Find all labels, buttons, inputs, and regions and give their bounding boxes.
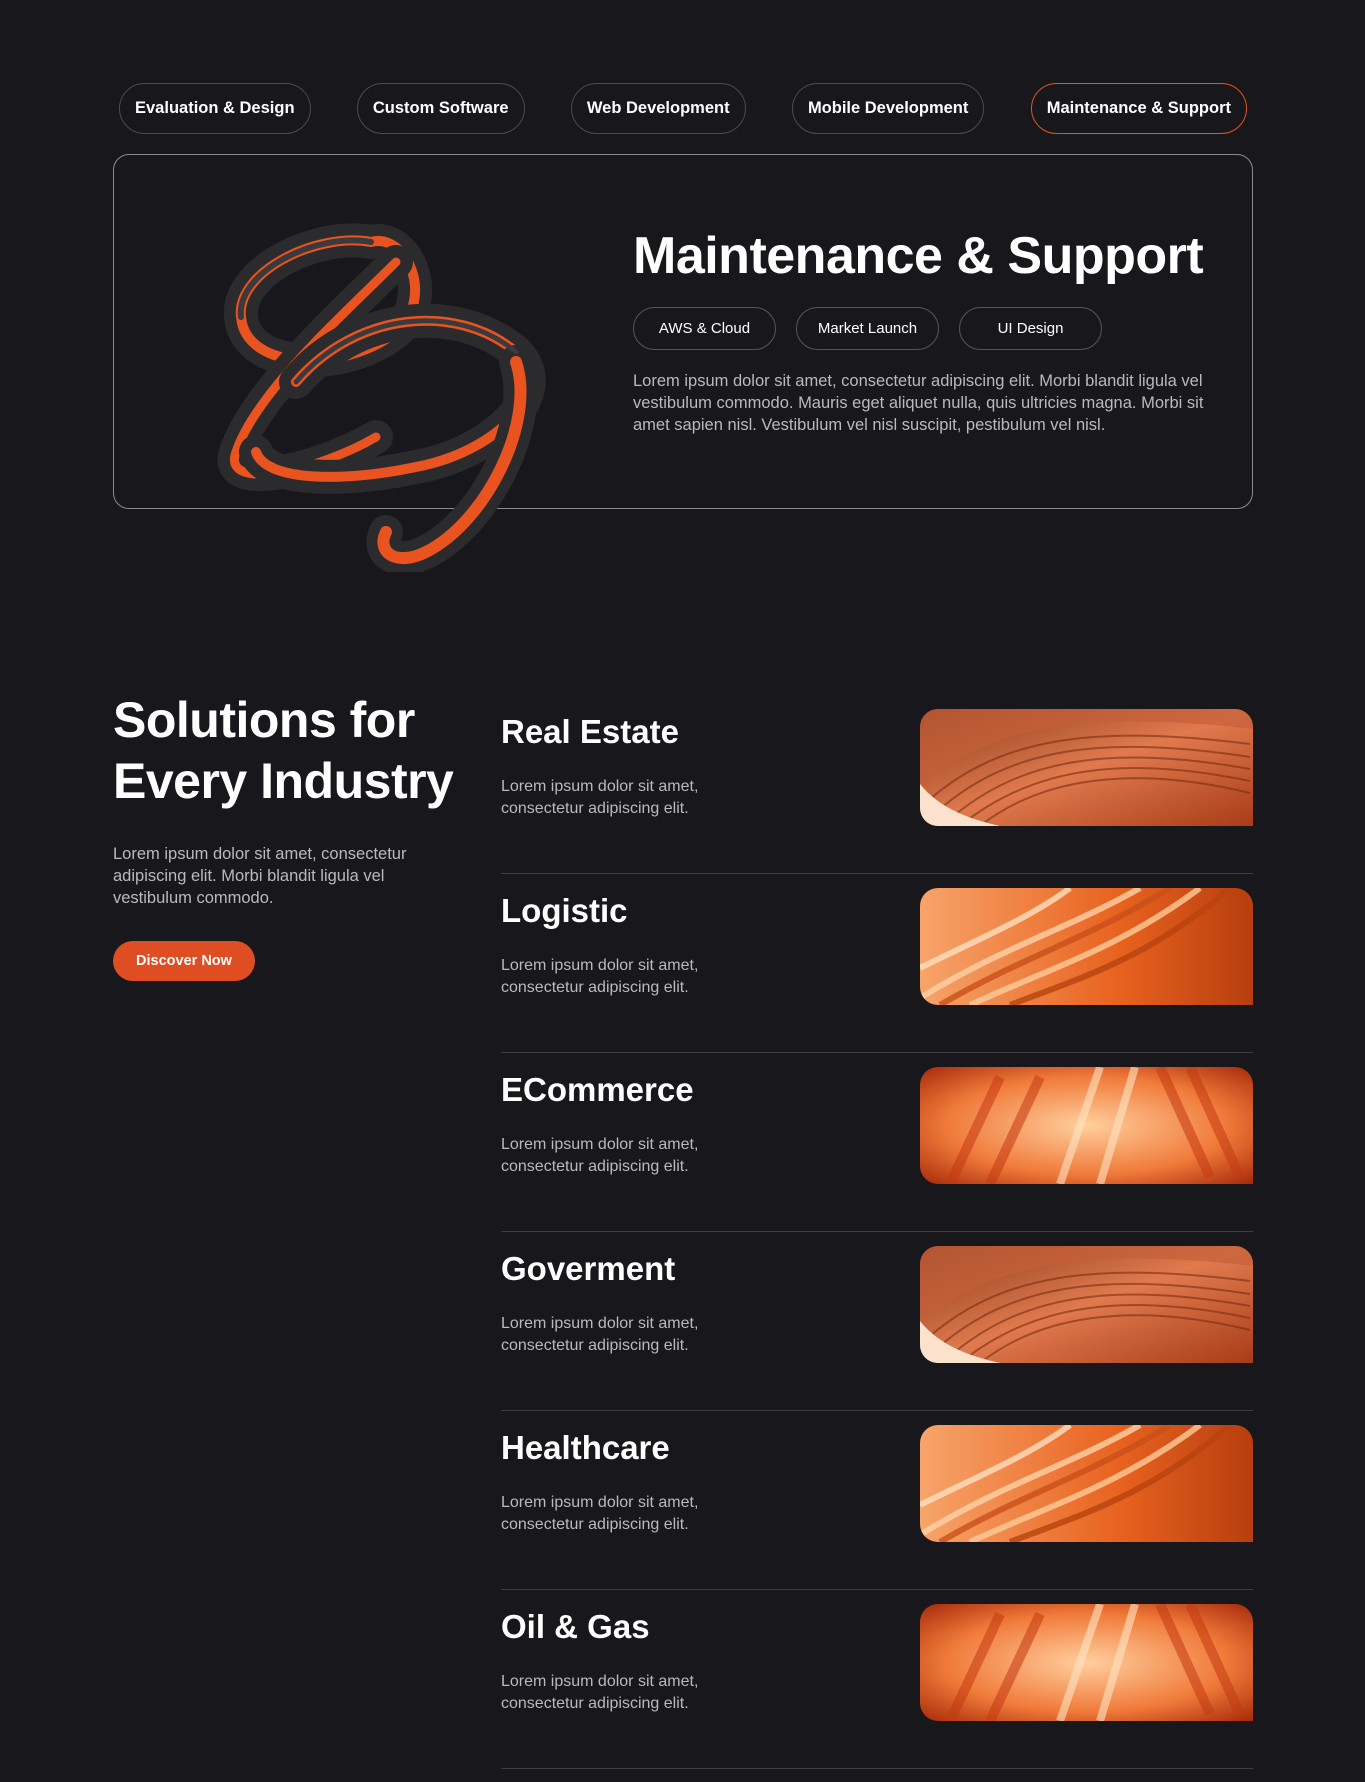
industry-item-healthcare[interactable]: Healthcare Lorem ipsum dolor sit amet, c… (501, 1411, 1253, 1590)
industry-item-real-estate[interactable]: Real Estate Lorem ipsum dolor sit amet, … (501, 695, 1253, 874)
tag-aws-cloud[interactable]: AWS & Cloud (633, 307, 776, 350)
industry-name: Oil & Gas (501, 1608, 650, 1645)
industry-description: Lorem ipsum dolor sit amet, consectetur … (501, 1315, 699, 1354)
industry-description: Lorem ipsum dolor sit amet, consectetur … (501, 1673, 699, 1712)
industry-name: ECommerce (501, 1071, 694, 1108)
industry-name: Healthcare (501, 1429, 670, 1466)
industry-list: Real Estate Lorem ipsum dolor sit amet, … (501, 695, 1253, 1769)
industry-description: Lorem ipsum dolor sit amet, consectetur … (501, 778, 699, 817)
industry-description: Lorem ipsum dolor sit amet, consectetur … (501, 1494, 699, 1533)
ribbon-3d-illustration (217, 223, 546, 572)
industry-image (920, 1246, 1253, 1363)
service-tabs: Evaluation & Design Custom Software Web … (119, 83, 1247, 134)
feature-description: Lorem ipsum dolor sit amet, consectetur … (633, 372, 1204, 434)
industry-description: Lorem ipsum dolor sit amet, consectetur … (501, 1136, 699, 1175)
industry-image (920, 888, 1253, 1005)
tab-maintenance-support[interactable]: Maintenance & Support (1030, 83, 1247, 134)
industry-name: Goverment (501, 1250, 676, 1287)
feature-tags: AWS & Cloud Market Launch UI Design (633, 307, 1102, 350)
industry-item-oil-gas[interactable]: Oil & Gas Lorem ipsum dolor sit amet, co… (501, 1590, 1253, 1769)
industry-item-goverment[interactable]: Goverment Lorem ipsum dolor sit amet, co… (501, 1232, 1253, 1411)
industry-item-logistic[interactable]: Logistic Lorem ipsum dolor sit amet, con… (501, 874, 1253, 1053)
industry-image (920, 709, 1253, 826)
feature-title: Maintenance & Support (633, 227, 1204, 285)
tag-ui-design[interactable]: UI Design (959, 307, 1102, 350)
industry-image (920, 1604, 1253, 1721)
industry-description: Lorem ipsum dolor sit amet, consectetur … (501, 957, 699, 996)
solutions-heading: Solutions for Every Industry (113, 692, 454, 809)
industry-image (920, 1067, 1253, 1184)
discover-now-button[interactable]: Discover Now (113, 941, 255, 981)
industry-item-ecommerce[interactable]: ECommerce Lorem ipsum dolor sit amet, co… (501, 1053, 1253, 1232)
solutions-description: Lorem ipsum dolor sit amet, consectetur … (113, 845, 407, 907)
tab-evaluation-design[interactable]: Evaluation & Design (119, 83, 311, 134)
tag-market-launch[interactable]: Market Launch (796, 307, 939, 350)
industry-name: Real Estate (501, 713, 679, 750)
industry-name: Logistic (501, 892, 628, 929)
industry-image (920, 1425, 1253, 1542)
tab-mobile-development[interactable]: Mobile Development (791, 83, 985, 134)
tab-custom-software[interactable]: Custom Software (356, 83, 525, 134)
tab-web-development[interactable]: Web Development (570, 83, 746, 134)
